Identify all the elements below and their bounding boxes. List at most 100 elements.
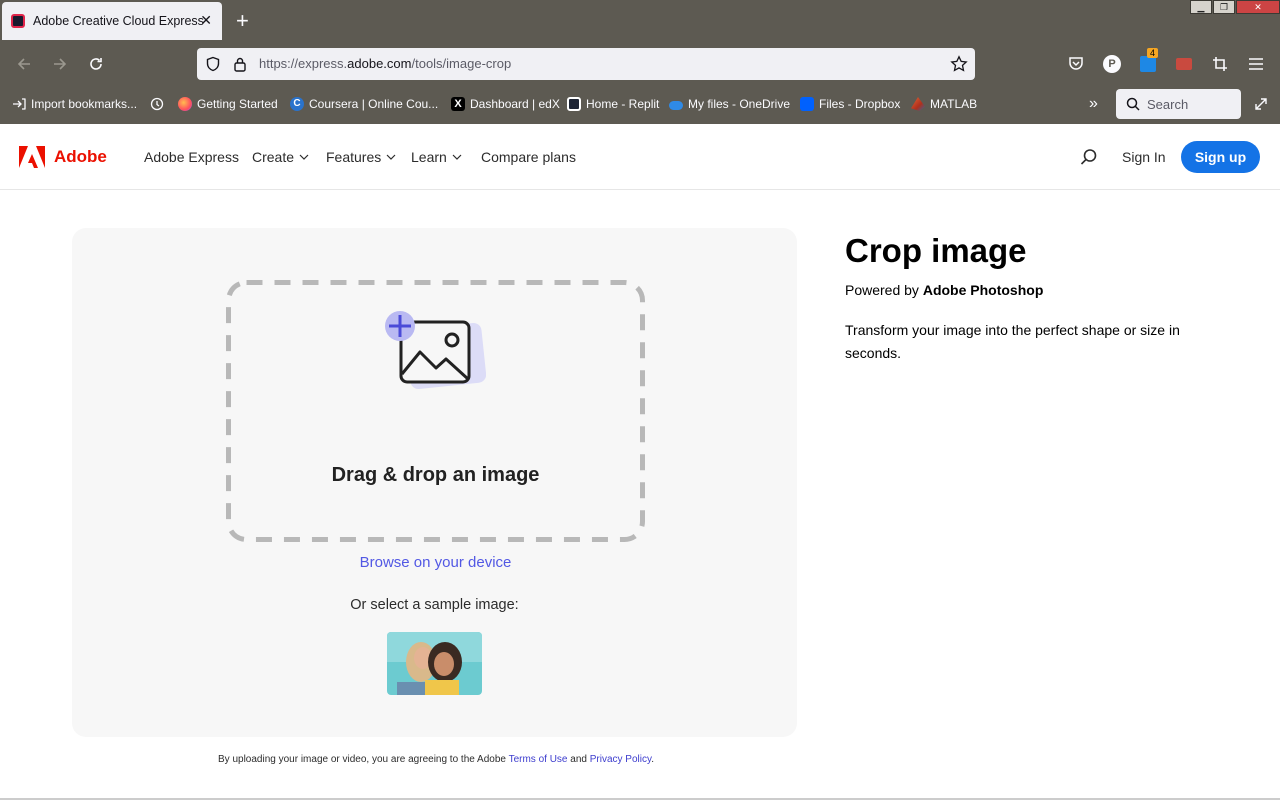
forward-arrow-icon — [54, 58, 67, 70]
back-arrow-icon — [17, 58, 30, 70]
add-image-icon — [385, 311, 486, 390]
powered-product: Adobe Photoshop — [922, 282, 1044, 298]
hamburger-menu-icon[interactable] — [1246, 54, 1266, 74]
close-window-button[interactable]: ✕ — [1236, 0, 1280, 14]
bookmarks-bar: Import bookmarks... Getting Started C Co… — [0, 84, 1280, 124]
bookmark-label: Home - Replit — [586, 97, 660, 111]
bookmark-star-icon[interactable] — [950, 55, 968, 73]
nav-compare-plans[interactable]: Compare plans — [481, 149, 576, 165]
legal-and: and — [567, 754, 590, 765]
shield-icon[interactable] — [205, 56, 221, 72]
extension-red-icon[interactable] — [1174, 54, 1194, 74]
tab-title: Adobe Creative Cloud Express — [33, 14, 204, 28]
upload-card: Drag & drop an image Browse on your devi… — [72, 228, 797, 737]
new-tab-button[interactable]: + — [236, 10, 249, 32]
bookmark-matlab[interactable]: MATLAB — [911, 96, 977, 112]
bookmark-label: Files - Dropbox — [819, 97, 901, 111]
chevron-down-icon — [452, 154, 462, 160]
url-prefix: https://express. — [259, 56, 348, 71]
profile-avatar[interactable]: P — [1102, 54, 1122, 74]
nav-label: Learn — [411, 149, 447, 165]
matlab-icon — [911, 97, 925, 111]
adobe-logo[interactable]: Adobe — [19, 146, 107, 168]
legal-notice: By uploading your image or video, you ar… — [218, 754, 654, 765]
tab-close-icon[interactable]: ✕ — [200, 13, 212, 27]
extension-badge: 4 — [1147, 48, 1159, 58]
adobe-logo-text: Adobe — [54, 147, 107, 166]
import-icon — [13, 98, 26, 110]
back-button[interactable] — [12, 52, 36, 76]
nav-label: Features — [326, 149, 382, 165]
fullscreen-expand-icon[interactable] — [1254, 96, 1268, 112]
nav-adobe-express[interactable]: Adobe Express — [144, 149, 239, 165]
browser-tab-active[interactable]: Adobe Creative Cloud Express ✕ — [2, 2, 222, 40]
lock-icon[interactable] — [233, 56, 247, 72]
nav-features[interactable]: Features — [326, 149, 396, 165]
browser-search-box[interactable]: Search — [1116, 89, 1241, 119]
nav-create[interactable]: Create — [252, 149, 309, 165]
dropbox-icon — [800, 97, 814, 111]
adobe-logo-icon — [19, 146, 45, 168]
bookmarks-overflow-chevron-icon[interactable]: » — [1089, 95, 1098, 112]
privacy-policy-link[interactable]: Privacy Policy — [590, 754, 652, 765]
reload-button[interactable] — [84, 52, 108, 76]
forward-button[interactable] — [48, 52, 72, 76]
bookmark-replit[interactable]: Home - Replit — [567, 96, 659, 112]
pocket-icon[interactable] — [1066, 54, 1086, 74]
nav-label: Compare plans — [481, 149, 576, 165]
url-domain: adobe.com — [347, 56, 412, 71]
bookmark-label: MATLAB — [930, 97, 978, 111]
terms-of-use-link[interactable]: Terms of Use — [509, 754, 568, 765]
coursera-icon: C — [290, 97, 304, 111]
url-text[interactable]: https://express.adobe.com/tools/image-cr… — [259, 56, 511, 71]
browse-device-link[interactable]: Browse on your device — [226, 554, 645, 571]
bookmark-coursera[interactable]: C Coursera | Online Cou... — [290, 96, 438, 112]
nav-learn[interactable]: Learn — [411, 149, 462, 165]
powered-by: Powered by Adobe Photoshop — [845, 282, 1043, 298]
bookmark-getting-started[interactable]: Getting Started — [178, 96, 278, 112]
replit-icon — [567, 97, 581, 111]
page-description: Transform your image into the perfect sh… — [845, 322, 1180, 361]
reload-icon — [90, 58, 102, 70]
bookmark-dropbox[interactable]: Files - Dropbox — [800, 96, 900, 112]
bookmark-onedrive[interactable]: My files - OneDrive — [669, 96, 790, 112]
search-placeholder: Search — [1147, 96, 1189, 112]
site-search-icon[interactable] — [1080, 148, 1098, 166]
restore-window-button[interactable]: ❐ — [1213, 0, 1235, 14]
history-icon — [150, 97, 164, 111]
adobe-express-favicon-icon — [11, 14, 25, 28]
page-title: Crop image — [845, 232, 1027, 269]
crop-extension-icon[interactable] — [1210, 54, 1230, 74]
chevron-down-icon — [299, 154, 309, 160]
legal-prefix: By uploading your image or video, you ar… — [218, 754, 509, 765]
drop-zone-title: Drag & drop an image — [331, 464, 540, 486]
url-path: /tools/image-crop — [411, 56, 512, 71]
onedrive-icon — [669, 101, 683, 110]
browser-navbar: https://express.adobe.com/tools/image-cr… — [0, 44, 1280, 84]
bookmark-label: My files - OneDrive — [688, 97, 791, 111]
edx-icon: X — [451, 97, 465, 111]
bookmark-label: Import bookmarks... — [31, 97, 138, 111]
bookmark-history[interactable] — [150, 96, 169, 112]
browser-titlebar: Adobe Creative Cloud Express ✕ + ▁ ❐ ✕ — [0, 0, 1280, 44]
drop-zone[interactable]: Drag & drop an image Browse on your devi… — [226, 280, 645, 571]
bookmark-import[interactable]: Import bookmarks... — [12, 96, 137, 112]
firefox-icon — [178, 97, 192, 111]
nav-label: Create — [252, 149, 295, 165]
site-header: Adobe Adobe Express Create Features Lear… — [0, 124, 1280, 190]
extension-todo-icon[interactable]: 4 — [1138, 48, 1159, 74]
bookmark-label: Dashboard | edX — [470, 97, 560, 111]
bookmark-edx[interactable]: X Dashboard | edX — [451, 96, 560, 112]
sign-in-link[interactable]: Sign In — [1122, 149, 1166, 165]
search-icon — [1126, 97, 1140, 111]
profile-initial: P — [1103, 55, 1121, 73]
nav-label: Adobe Express — [144, 149, 239, 165]
sample-image-label: Or select a sample image: — [350, 597, 519, 613]
sample-image-thumbnail[interactable] — [387, 632, 482, 695]
sign-up-button[interactable]: Sign up — [1181, 141, 1260, 173]
chevron-down-icon — [386, 154, 396, 160]
bookmark-label: Getting Started — [197, 97, 278, 111]
url-bar[interactable]: https://express.adobe.com/tools/image-cr… — [197, 48, 975, 80]
legal-suffix: . — [651, 754, 655, 765]
minimize-window-button[interactable]: ▁ — [1190, 0, 1212, 14]
